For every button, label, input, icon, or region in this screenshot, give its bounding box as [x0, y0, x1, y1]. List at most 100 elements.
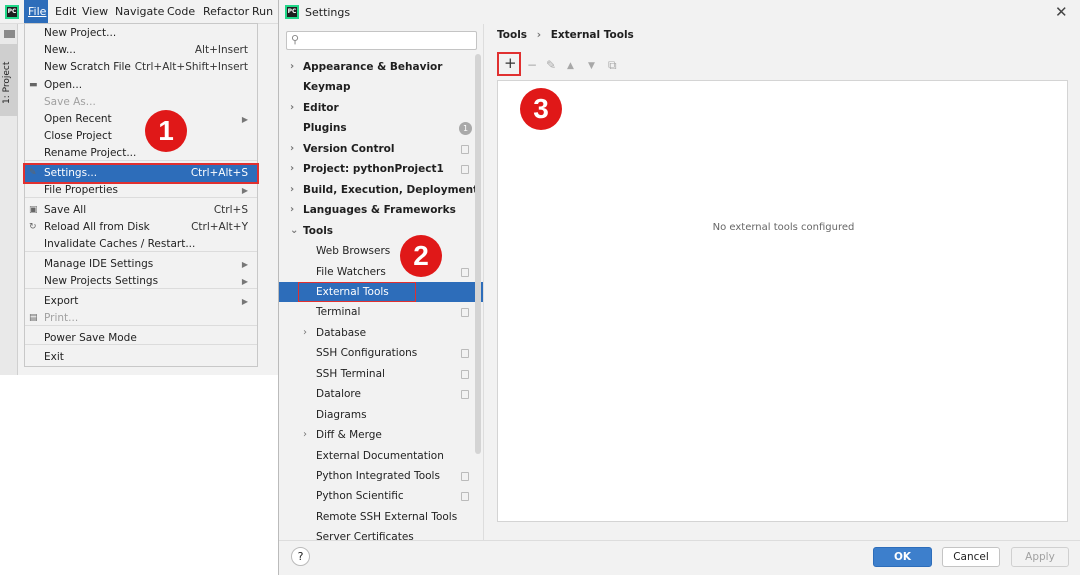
menu-item-label: New Project... [44, 27, 117, 39]
file-menu-item[interactable]: Save As... [25, 94, 257, 111]
menu-navigate[interactable]: Navigate [115, 5, 164, 18]
sidebar-scrollbar[interactable] [475, 54, 481, 454]
file-menu-item[interactable]: Close Project [25, 128, 257, 145]
cancel-button[interactable]: Cancel [942, 547, 1000, 567]
breadcrumb-tools[interactable]: Tools [497, 29, 527, 41]
menu-item-label: Close Project [44, 130, 112, 142]
dialog-title: Settings [305, 6, 351, 19]
project-scope-icon [461, 349, 469, 359]
settings-tree-item[interactable]: SSH Configurations [279, 343, 483, 363]
settings-tree-item[interactable]: › Build, Execution, Deployment [279, 180, 483, 200]
menu-item-shortcut: Ctrl+Alt+Y [191, 221, 248, 233]
settings-tree-item[interactable]: Plugins 1 [279, 118, 483, 138]
menu-separator [25, 160, 257, 161]
remove-tool-button[interactable]: − [527, 58, 537, 72]
chevron-right-icon[interactable]: › [290, 200, 294, 220]
settings-tree-item[interactable]: Keymap [279, 77, 483, 97]
file-menu-item[interactable]: Manage IDE Settings ▶ [25, 256, 257, 273]
file-menu-item[interactable]: New Project... [25, 25, 257, 42]
file-menu-item[interactable]: ▬ Open... [25, 77, 257, 94]
settings-tree-item[interactable]: › Diff & Merge [279, 425, 483, 445]
project-scope-icon [461, 472, 469, 481]
settings-tree-item[interactable]: External Tools [279, 281, 483, 302]
menu-item-label: Reload All from Disk [44, 221, 150, 233]
search-icon: ⚲ [291, 33, 300, 46]
help-button[interactable]: ? [291, 547, 310, 566]
edit-tool-button[interactable]: ✎ [546, 58, 556, 72]
file-menu-item[interactable]: ✎ Settings... Ctrl+Alt+S [23, 163, 259, 184]
settings-tree-item[interactable]: External Documentation [279, 446, 483, 466]
settings-tree-item[interactable]: › Languages & Frameworks [279, 200, 483, 220]
file-menu: New Project... New... Alt+Insert New Scratc… [23, 23, 259, 367]
ok-button[interactable]: OK [873, 547, 932, 567]
menu-item-label: Exit [44, 351, 64, 363]
external-tools-list[interactable]: No external tools configured [497, 80, 1068, 522]
file-menu-item[interactable]: Export ▶ [25, 293, 257, 310]
menu-item-label: Open... [44, 79, 83, 91]
file-menu-item[interactable]: ↻ Reload All from Disk Ctrl+Alt+Y [25, 219, 257, 236]
settings-tree-item[interactable]: Terminal [279, 302, 483, 322]
chevron-right-icon[interactable]: › [290, 57, 294, 77]
tree-item-label: SSH Configurations [316, 347, 418, 360]
chevron-right-icon[interactable]: › [290, 98, 294, 118]
project-tool-tab[interactable]: 1: Project [0, 44, 18, 116]
move-up-button[interactable]: ▲ [567, 61, 574, 71]
settings-tree-item[interactable]: Python Integrated Tools [279, 466, 483, 486]
tree-item-label: External Documentation [316, 449, 444, 462]
settings-tree-item[interactable]: › Editor [279, 98, 483, 118]
settings-tree-item[interactable]: Diagrams [279, 405, 483, 425]
settings-tree-item[interactable]: Web Browsers [279, 241, 483, 261]
chevron-right-icon[interactable]: › [290, 139, 294, 159]
settings-tree-item[interactable]: Remote SSH External Tools [279, 507, 483, 527]
reload-icon: ↻ [29, 222, 37, 232]
folder-icon [4, 30, 15, 38]
settings-tree-item[interactable]: › Project: pythonProject1 [279, 159, 483, 179]
file-menu-item[interactable]: Open Recent ▶ [25, 111, 257, 128]
settings-search-input[interactable]: ⚲ [286, 31, 477, 50]
file-menu-item[interactable]: ▣ Save All Ctrl+S [25, 202, 257, 219]
tree-item-label: Tools [303, 224, 334, 237]
tree-item-label: File Watchers [316, 265, 386, 278]
chevron-right-icon[interactable]: › [290, 159, 294, 179]
menu-code[interactable]: Code [167, 5, 195, 18]
apply-button[interactable]: Apply [1011, 547, 1069, 567]
settings-tree-item[interactable]: › Appearance & Behavior [279, 57, 483, 77]
menu-view[interactable]: View [82, 5, 108, 18]
close-icon[interactable]: ✕ [1055, 3, 1068, 21]
menu-edit[interactable]: Edit [55, 5, 76, 18]
file-menu-item[interactable]: New... Alt+Insert [25, 42, 257, 59]
menu-item-label: Settings... [44, 167, 98, 179]
tree-item-label: Terminal [316, 306, 361, 319]
menu-item-label: New... [44, 44, 76, 56]
settings-tree-item[interactable]: Python Scientific [279, 486, 483, 506]
settings-tree-item[interactable]: File Watchers [279, 262, 483, 282]
menu-item-label: New Scratch File [44, 61, 131, 73]
settings-tree-item[interactable]: › Version Control [279, 139, 483, 159]
settings-tree-item[interactable]: › Database [279, 323, 483, 343]
project-scope-icon [461, 390, 469, 400]
settings-tree-item[interactable]: Datalore [279, 384, 483, 404]
chevron-right-icon[interactable]: › [303, 323, 307, 343]
menu-run[interactable]: Run [252, 5, 273, 18]
chevron-right-icon[interactable]: › [290, 180, 294, 200]
menu-refactor[interactable]: Refactor [203, 5, 249, 18]
tree-item-label: Database [316, 326, 367, 339]
move-down-button[interactable]: ▼ [588, 61, 595, 71]
settings-tree-item[interactable]: ⌄ Tools [279, 221, 483, 241]
menu-item-label: Rename Project... [44, 147, 137, 159]
breadcrumb-external-tools: External Tools [550, 29, 634, 41]
menu-item-label: Export [44, 295, 79, 307]
chevron-right-icon[interactable]: › [303, 425, 307, 445]
settings-tree-item[interactable]: SSH Terminal [279, 364, 483, 384]
settings-tree-item[interactable]: Server Certificates [279, 527, 483, 540]
chevron-down-icon[interactable]: ⌄ [290, 221, 298, 241]
add-tool-button[interactable]: + [504, 54, 517, 72]
project-scope-icon [461, 165, 469, 175]
copy-tool-button[interactable]: ⧉ [608, 58, 617, 73]
menu-file[interactable]: File [28, 5, 46, 18]
tree-item-label: SSH Terminal [316, 367, 385, 380]
menu-item-label: Save As... [44, 96, 96, 108]
file-menu-item[interactable]: Exit [25, 349, 257, 366]
file-menu-item[interactable]: New Scratch File Ctrl+Alt+Shift+Insert [25, 59, 257, 76]
plugins-count-badge: 1 [459, 122, 472, 136]
